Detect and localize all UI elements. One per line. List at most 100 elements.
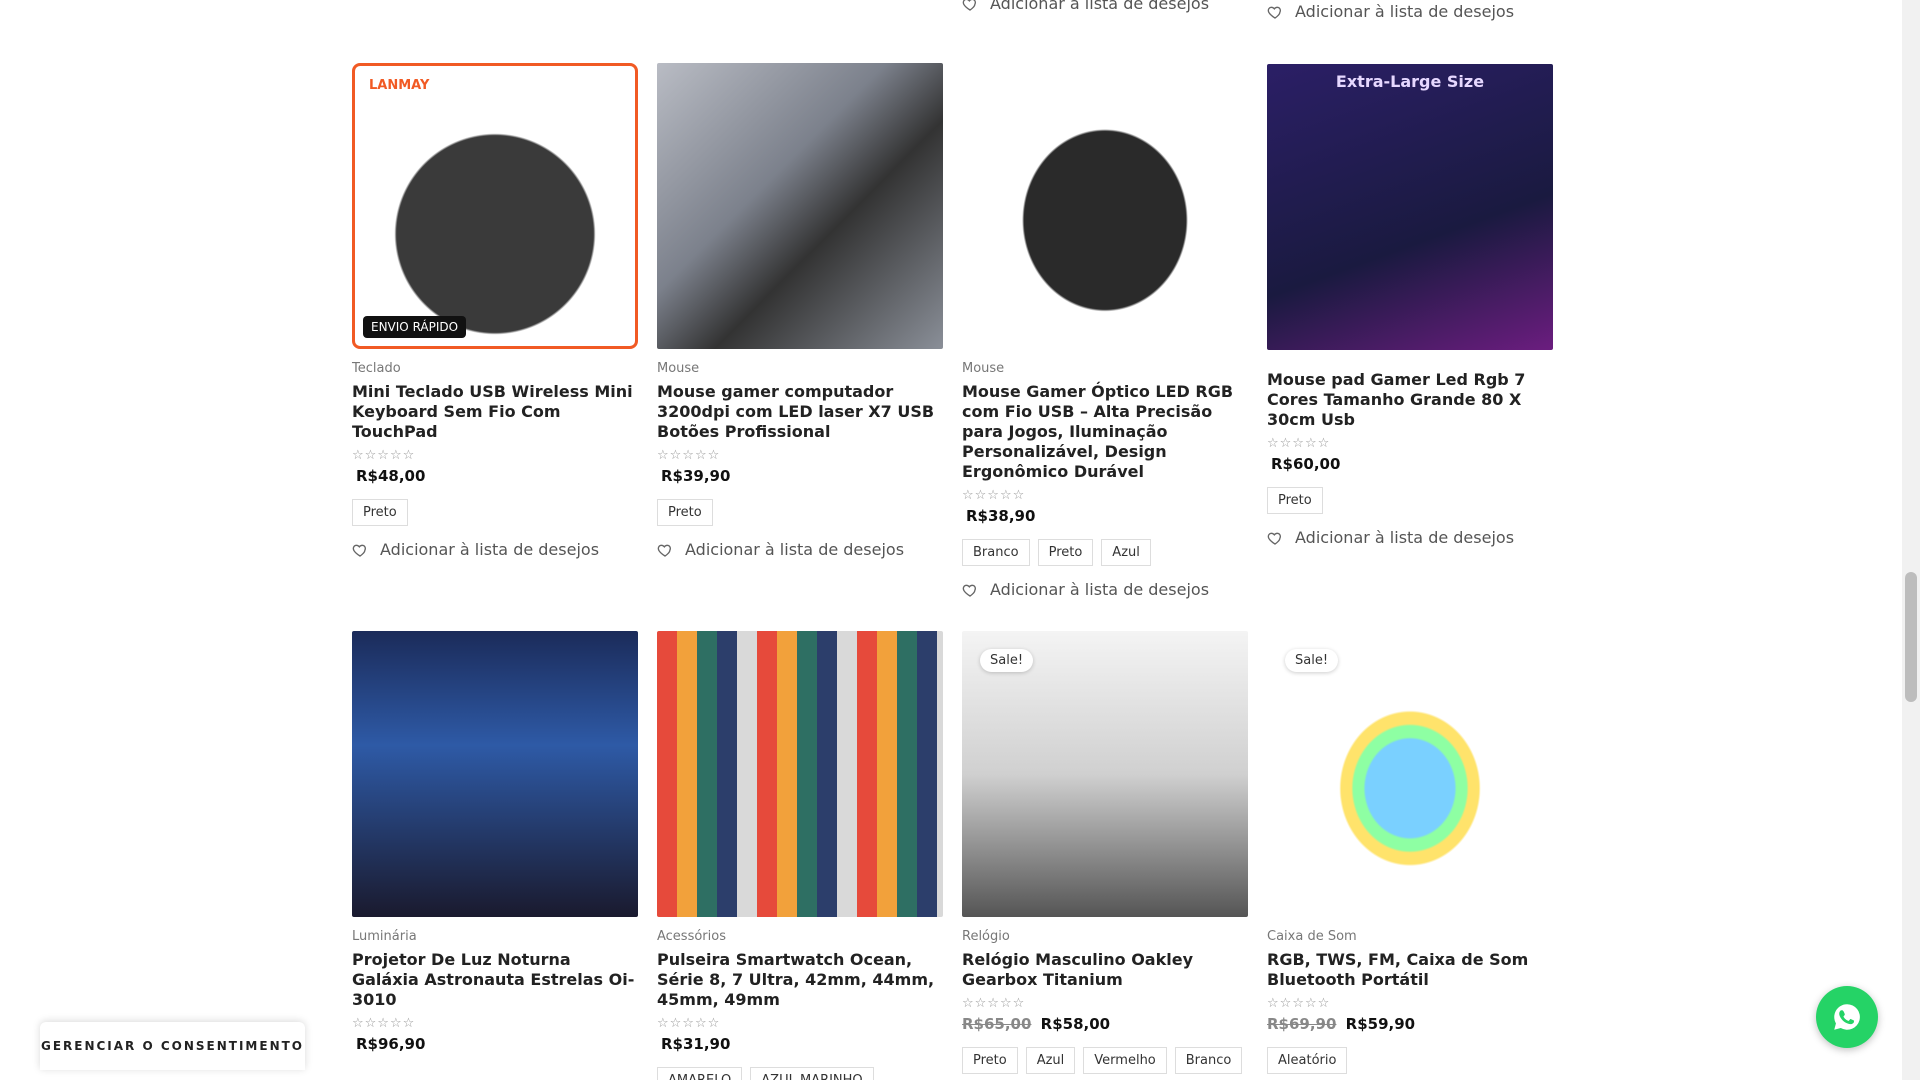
product-card-mouse-rgb[interactable]: Mouse Mouse Gamer Óptico LED RGB com Fio… <box>962 63 1248 599</box>
product-category[interactable]: Mouse <box>657 361 943 376</box>
rating-stars: ☆☆☆☆☆ <box>657 448 721 463</box>
product-image[interactable] <box>352 631 638 917</box>
old-price: R$65,00 <box>962 1015 1032 1033</box>
product-category[interactable]: Acessórios <box>657 929 943 944</box>
product-card-smartwatch-straps[interactable]: Acessórios Pulseira Smartwatch Ocean, Sé… <box>657 631 943 1080</box>
rating-stars: ☆☆☆☆☆ <box>962 996 1026 1011</box>
page-scrollbar[interactable] <box>1902 0 1920 1080</box>
variant-chip[interactable]: Vermelho <box>1083 1047 1167 1074</box>
current-price: R$96,90 <box>356 1035 426 1053</box>
brand-logo: LANMAY <box>369 78 430 93</box>
current-price: R$38,90 <box>966 507 1036 525</box>
rating-stars: ☆☆☆☆☆ <box>657 1016 721 1031</box>
sale-badge: Sale! <box>980 649 1034 672</box>
product-image[interactable] <box>657 63 943 349</box>
current-price: R$60,00 <box>1271 455 1341 473</box>
top-wishlist-col-4[interactable]: Adicionar à lista de desejos <box>1267 2 1514 21</box>
add-to-wishlist[interactable]: Adicionar à lista de desejos <box>1267 528 1553 547</box>
product-card-mouse-pad[interactable]: Extra-Large Size Mouse pad Gamer Led Rgb… <box>1267 64 1553 547</box>
current-price: R$59,90 <box>1345 1015 1416 1033</box>
variant-options: Preto Azul Vermelho Branco <box>962 1047 1248 1074</box>
current-price: R$31,90 <box>661 1035 731 1053</box>
product-title[interactable]: Mouse pad Gamer Led Rgb 7 Cores Tamanho … <box>1267 370 1553 430</box>
variant-options: Preto <box>1267 487 1553 514</box>
add-to-wishlist[interactable]: Adicionar à lista de desejos <box>962 580 1248 599</box>
variant-chip[interactable]: Preto <box>1037 539 1094 566</box>
product-category[interactable]: Relógio <box>962 929 1248 944</box>
current-price: R$48,00 <box>356 467 426 485</box>
wishlist-label: Adicionar à lista de desejos <box>380 540 600 559</box>
product-image[interactable] <box>962 63 1248 349</box>
product-image[interactable]: LANMAY ENVIO RÁPIDO <box>352 63 638 349</box>
product-category[interactable]: Teclado <box>352 361 638 376</box>
heart-icon <box>962 0 976 11</box>
product-card-mouse-x7[interactable]: Mouse Mouse gamer computador 3200dpi com… <box>657 63 943 559</box>
variant-chip[interactable]: Preto <box>657 499 713 526</box>
variant-chip[interactable]: Branco <box>962 539 1030 566</box>
product-category[interactable]: Luminária <box>352 929 638 944</box>
product-price: R$48,00 <box>352 467 638 485</box>
product-card-keyboard[interactable]: LANMAY ENVIO RÁPIDO Teclado Mini Teclado… <box>352 63 638 559</box>
variant-chip[interactable]: AMARELO <box>657 1067 743 1080</box>
product-title[interactable]: Relógio Masculino Oakley Gearbox Titaniu… <box>962 950 1248 990</box>
rating-stars: ☆☆☆☆☆ <box>962 488 1026 503</box>
product-category[interactable]: Mouse <box>962 361 1248 376</box>
variant-chip[interactable]: AZUL MARINHO <box>750 1067 874 1080</box>
variant-options: Preto <box>352 499 638 526</box>
heart-icon <box>1267 6 1281 19</box>
product-image[interactable] <box>657 631 943 917</box>
current-price: R$58,00 <box>1040 1015 1111 1033</box>
manage-consent-button[interactable]: GERENCIAR O CONSENTIMENTO <box>40 1022 305 1070</box>
product-title[interactable]: Projetor De Luz Noturna Galáxia Astronau… <box>352 950 638 1010</box>
product-card-oakley-watch[interactable]: Sale! Relógio Relógio Masculino Oakley G… <box>962 631 1248 1074</box>
wishlist-label: Adicionar à lista de desejos <box>685 540 905 559</box>
variant-chip[interactable]: Preto <box>1267 487 1323 514</box>
variant-chip[interactable]: Azul <box>1025 1047 1076 1074</box>
product-price: R$69,90 R$59,90 <box>1267 1015 1553 1033</box>
rating-stars: ☆☆☆☆☆ <box>1267 996 1331 1011</box>
top-wishlist-col-4-label: Adicionar à lista de desejos <box>1295 2 1515 21</box>
product-title[interactable]: Mouse Gamer Óptico LED RGB com Fio USB –… <box>962 382 1248 482</box>
product-title[interactable]: Mouse gamer computador 3200dpi com LED l… <box>657 382 943 442</box>
variant-options: AMARELO AZUL MARINHO <box>657 1067 943 1080</box>
product-image[interactable]: Extra-Large Size <box>1267 64 1553 350</box>
heart-icon <box>352 544 366 557</box>
whatsapp-icon <box>1834 1004 1860 1030</box>
variant-chip[interactable]: Azul <box>1101 539 1151 566</box>
variant-options: Preto <box>657 499 943 526</box>
image-title: Extra-Large Size <box>1335 72 1485 91</box>
rating-stars: ☆☆☆☆☆ <box>352 448 416 463</box>
product-category[interactable]: Caixa de Som <box>1267 929 1553 944</box>
product-title[interactable]: RGB, TWS, FM, Caixa de Som Bluetooth Por… <box>1267 950 1553 990</box>
rating-stars: ☆☆☆☆☆ <box>1267 436 1331 451</box>
variant-options: Aleatório <box>1267 1047 1553 1074</box>
add-to-wishlist[interactable]: Adicionar à lista de desejos <box>352 540 638 559</box>
product-price: R$60,00 <box>1267 455 1553 473</box>
product-image[interactable]: Sale! <box>1267 631 1553 917</box>
top-wishlist-col-3[interactable]: Adicionar à lista de desejos <box>962 0 1209 13</box>
product-price: R$38,90 <box>962 507 1248 525</box>
product-price: R$96,90 <box>352 1035 638 1053</box>
wishlist-label: Adicionar à lista de desejos <box>1295 528 1515 547</box>
variant-chip[interactable]: Branco <box>1174 1047 1243 1074</box>
whatsapp-chat-button[interactable] <box>1816 986 1878 1048</box>
heart-icon <box>1267 532 1281 545</box>
top-wishlist-col-3-label: Adicionar à lista de desejos <box>990 0 1210 13</box>
product-card-bluetooth-speaker[interactable]: Sale! Caixa de Som RGB, TWS, FM, Caixa d… <box>1267 631 1553 1074</box>
product-title[interactable]: Pulseira Smartwatch Ocean, Série 8, 7 Ul… <box>657 950 943 1010</box>
variant-options: Branco Preto Azul <box>962 539 1248 566</box>
product-title[interactable]: Mini Teclado USB Wireless Mini Keyboard … <box>352 382 638 442</box>
scrollbar-thumb[interactable] <box>1905 572 1917 702</box>
wishlist-label: Adicionar à lista de desejos <box>990 580 1210 599</box>
product-price: R$39,90 <box>657 467 943 485</box>
variant-chip[interactable]: Aleatório <box>1267 1047 1348 1074</box>
add-to-wishlist[interactable]: Adicionar à lista de desejos <box>657 540 943 559</box>
variant-chip[interactable]: Preto <box>962 1047 1018 1074</box>
current-price: R$39,90 <box>661 467 731 485</box>
product-card-galaxy-projector[interactable]: Luminária Projetor De Luz Noturna Galáxi… <box>352 631 638 1080</box>
variant-chip[interactable]: Preto <box>352 499 408 526</box>
rating-stars: ☆☆☆☆☆ <box>352 1016 416 1031</box>
product-price: R$65,00 R$58,00 <box>962 1015 1248 1033</box>
product-image[interactable]: Sale! <box>962 631 1248 917</box>
product-price: R$31,90 <box>657 1035 943 1053</box>
